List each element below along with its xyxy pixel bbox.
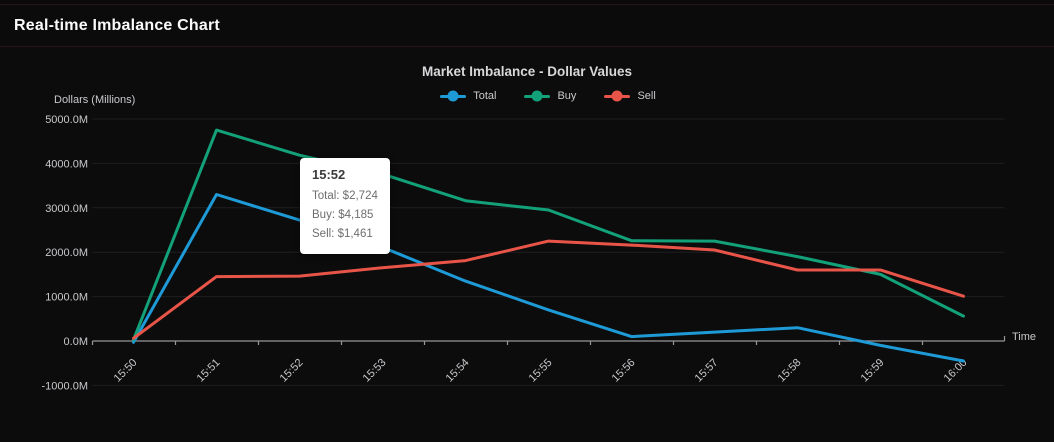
header: Real-time Imbalance Chart	[0, 5, 1054, 47]
y-tick-label: 2000.0M	[45, 247, 88, 259]
y-tick-label: 5000.0M	[45, 114, 88, 126]
page-title: Real-time Imbalance Chart	[14, 17, 220, 34]
y-tick-label: 1000.0M	[45, 292, 88, 304]
y-tick-label: -1000.0M	[42, 380, 88, 392]
x-tick-label: 15:58	[776, 357, 804, 385]
x-tick-label: 15:53	[361, 357, 389, 385]
tooltip-row: Sell: $1,461	[312, 227, 373, 240]
app: { "header": { "title": "Real-time Imbala…	[0, 0, 1054, 442]
tooltip: 15:52 Total: $2,724 Buy: $4,185 Sell: $1,4…	[300, 158, 390, 254]
y-tick-label: 3000.0M	[45, 203, 88, 215]
x-tick-label: 15:57	[693, 357, 721, 385]
x-tick-label: 15:52	[278, 357, 306, 385]
series-line-sell	[132, 239, 965, 340]
x-tick-label: 15:55	[527, 357, 555, 385]
tooltip-row: Buy: $4,185	[312, 208, 374, 221]
y-tick-label: 4000.0M	[45, 158, 88, 170]
y-tick-label: 0.0M	[64, 336, 88, 348]
tooltip-row: Total: $2,724	[312, 190, 378, 202]
tooltip-rows: Total: $2,724 Buy: $4,185 Sell: $1,461	[312, 187, 378, 244]
x-tick-label: 15:56	[610, 357, 638, 385]
chart-svg[interactable]: 5000.0M 4000.0M 3000.0M 2000.0M 1000.0M 0.0M -…	[0, 47, 1054, 442]
x-tick-label: 15:59	[859, 357, 887, 385]
chart-panel: Market Imbalance - Dollar Values Total Bu…	[0, 47, 1054, 442]
x-tick-label: 15:54	[444, 357, 472, 385]
x-tick-label: 15:50	[112, 357, 140, 385]
x-tick-label: 15:51	[195, 357, 223, 385]
tooltip-title: 15:52	[312, 167, 346, 182]
series-line-buy	[132, 128, 965, 342]
